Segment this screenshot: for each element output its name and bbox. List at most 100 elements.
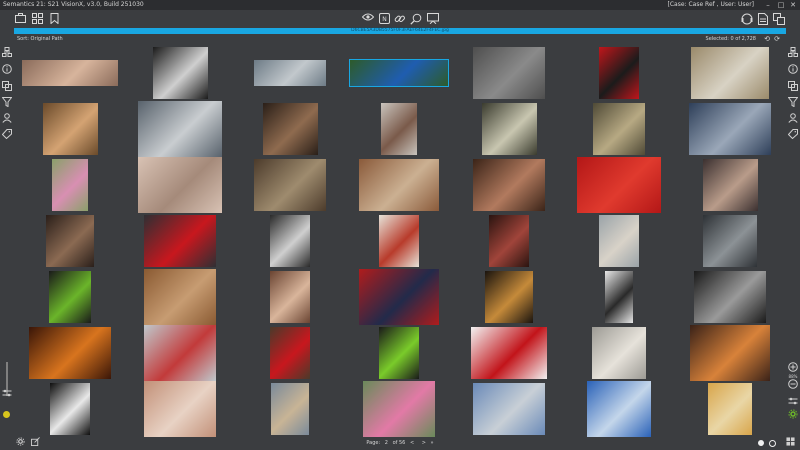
thumbnail[interactable] xyxy=(690,325,770,381)
next-page-button[interactable]: > xyxy=(419,440,429,446)
thumbnail[interactable] xyxy=(262,103,318,155)
redo-button[interactable]: ⟳ xyxy=(774,34,780,45)
thumbnail[interactable] xyxy=(379,215,419,267)
thumbnail[interactable] xyxy=(49,271,91,323)
thumbnail[interactable] xyxy=(359,269,439,325)
image-icon[interactable]: N xyxy=(378,13,390,25)
thumbnail[interactable] xyxy=(702,159,758,211)
thumbnail[interactable] xyxy=(485,271,533,323)
sort-control[interactable]: Sort: Original Path xyxy=(17,34,63,45)
thumbnail[interactable] xyxy=(381,103,417,155)
thumbnail[interactable] xyxy=(471,327,547,379)
thumbnail[interactable] xyxy=(577,157,661,213)
thumbnail[interactable] xyxy=(473,383,545,435)
info-icon[interactable] xyxy=(1,64,13,76)
filter-icon[interactable] xyxy=(787,97,799,109)
thumbnail[interactable] xyxy=(691,47,769,99)
slideshow-icon[interactable] xyxy=(427,13,439,25)
thumbnail[interactable] xyxy=(138,157,222,213)
layers-icon[interactable] xyxy=(1,81,13,93)
thumbnail[interactable] xyxy=(46,215,94,267)
thumbnail[interactable] xyxy=(359,159,439,211)
svg-text:N: N xyxy=(382,16,387,23)
hierarchy-icon[interactable] xyxy=(787,47,799,59)
settings-gear-icon[interactable] xyxy=(787,409,799,421)
dark-theme-toggle[interactable] xyxy=(769,440,776,447)
sliders-icon[interactable] xyxy=(787,396,799,408)
filter-icon[interactable] xyxy=(1,97,13,109)
thumbnail[interactable] xyxy=(271,383,309,435)
zoom-in-icon[interactable] xyxy=(787,362,799,374)
thumbnail[interactable] xyxy=(29,327,111,379)
light-theme-toggle[interactable] xyxy=(758,440,764,446)
sort-bar: Sort: Original Path Selected: 0 of 2,728… xyxy=(0,34,800,45)
thumbnail[interactable] xyxy=(270,215,310,267)
main-toolbar: N xyxy=(0,10,800,28)
thumbnail[interactable] xyxy=(254,159,326,211)
briefcase-icon[interactable] xyxy=(14,13,26,25)
thumbnail[interactable] xyxy=(270,271,310,323)
bookmark-icon[interactable] xyxy=(48,13,60,25)
status-indicator-icon xyxy=(3,411,10,418)
thumbnail[interactable] xyxy=(144,215,216,267)
minimize-button[interactable]: – xyxy=(762,0,774,10)
page-total: of 56 xyxy=(392,440,406,446)
thumbnail[interactable] xyxy=(152,47,208,99)
thumbnail[interactable] xyxy=(592,327,646,379)
layout-grid-icon[interactable] xyxy=(31,13,43,25)
thumbnail[interactable] xyxy=(363,381,435,437)
right-sidebar: 88% xyxy=(786,45,800,440)
thumbnail[interactable] xyxy=(689,103,771,155)
thumbnail[interactable] xyxy=(599,215,639,267)
document-icon[interactable] xyxy=(757,13,769,25)
thumbnail[interactable] xyxy=(138,101,222,157)
tag-icon[interactable] xyxy=(787,129,799,141)
sliders-icon[interactable] xyxy=(1,388,13,400)
maximize-button[interactable]: □ xyxy=(775,0,787,10)
thumbnail[interactable] xyxy=(349,59,449,87)
thumbnail[interactable] xyxy=(703,215,757,267)
support-icon[interactable] xyxy=(741,13,753,25)
tag-icon[interactable] xyxy=(1,129,13,141)
grid-view-icon[interactable] xyxy=(784,437,796,449)
thumbnail[interactable] xyxy=(144,381,216,437)
thumbnail[interactable] xyxy=(270,327,310,379)
thumbnail[interactable] xyxy=(42,103,98,155)
thumbnail[interactable] xyxy=(144,325,216,381)
export-icon[interactable] xyxy=(773,13,785,25)
thumbnail[interactable] xyxy=(481,103,537,155)
search-icon[interactable] xyxy=(410,13,422,25)
person-icon[interactable] xyxy=(787,113,799,125)
thumbnail[interactable] xyxy=(708,383,752,435)
thumbnail[interactable] xyxy=(22,60,118,86)
sort-value[interactable]: Original Path xyxy=(31,36,63,42)
thumbnail[interactable] xyxy=(52,159,88,211)
hierarchy-icon[interactable] xyxy=(1,47,13,59)
person-icon[interactable] xyxy=(1,113,13,125)
thumbnail[interactable] xyxy=(473,159,545,211)
prev-page-button[interactable]: < xyxy=(407,440,417,446)
eye-icon[interactable] xyxy=(361,13,375,25)
zoom-out-icon[interactable] xyxy=(787,379,799,391)
thumbnail[interactable] xyxy=(694,271,766,323)
undo-button[interactable]: ⟲ xyxy=(764,34,770,45)
thumbnail[interactable] xyxy=(587,381,651,437)
layers-icon[interactable] xyxy=(787,81,799,93)
left-sidebar xyxy=(0,45,14,440)
last-page-button[interactable]: » xyxy=(431,440,434,446)
window-title: Semantics 21: S21 VisionX, v3.0, Build 2… xyxy=(3,1,144,8)
thumbnail[interactable] xyxy=(50,383,90,435)
link-icon[interactable] xyxy=(394,13,406,25)
page-label: Page: xyxy=(366,440,381,446)
thumbnail[interactable] xyxy=(489,215,529,267)
thumbnail[interactable] xyxy=(254,60,326,86)
thumbnail[interactable] xyxy=(379,327,419,379)
thumbnail[interactable] xyxy=(605,271,633,323)
page-number-input[interactable]: 2 xyxy=(382,440,391,446)
thumbnail[interactable] xyxy=(599,47,639,99)
thumbnail[interactable] xyxy=(144,269,216,325)
thumbnail[interactable] xyxy=(473,47,545,99)
close-button[interactable]: ✕ xyxy=(787,0,799,10)
info-icon[interactable] xyxy=(787,64,799,76)
thumbnail[interactable] xyxy=(593,103,645,155)
